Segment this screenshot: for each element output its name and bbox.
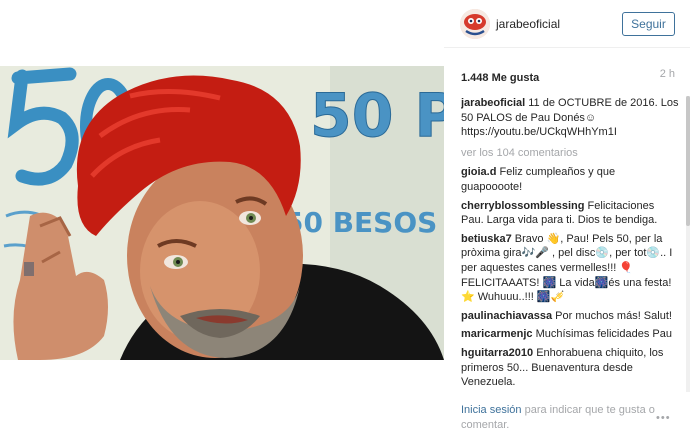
caption: jarabeoficial 11 de OCTUBRE de 2016. Los… [461,96,679,140]
comments-list: jarabeoficial 11 de OCTUBRE de 2016. Los… [461,96,679,392]
comment-username[interactable]: maricarmenjc [461,328,533,340]
header-username[interactable]: jarabeoficial [496,17,560,31]
wall-text-top: 50 PALOS [310,81,444,151]
comment-text: Muchísimas felicidades Pau [532,328,672,341]
login-link[interactable]: Inicia sesión [461,404,522,416]
post-photo[interactable]: 50 PALOS 50 BESOS [0,66,444,360]
comment-username[interactable]: cherryblossomblessing [461,200,585,212]
comment-item: maricarmenjc Muchísimas felicidades Pau [461,327,679,342]
likes-row: 1.448 Me gusta 2 h [461,68,675,84]
post-image: 50 PALOS 50 BESOS [0,66,444,360]
avatar[interactable] [460,9,490,39]
more-options-icon[interactable]: ••• [656,412,671,424]
avatar-image [460,9,490,39]
comment-username[interactable]: gioia.d [461,166,496,178]
follow-button[interactable]: Seguir [622,12,675,36]
comment-item: betiuska7 Bravo 👋, Pau! Pels 50, per la … [461,232,679,305]
likes-count[interactable]: 1.448 Me gusta [461,72,539,84]
comment-item: cherryblossomblessing Felicitaciones Pau… [461,199,679,228]
comment-item: hguitarra2010 Enhorabuena chiquito, los … [461,346,679,390]
comment-username[interactable]: betiuska7 [461,233,512,245]
comments-scrollbar-thumb[interactable] [686,96,690,226]
caption-username[interactable]: jarabeoficial [461,97,525,109]
post-time[interactable]: 2 h [660,68,675,80]
comment-username[interactable]: hguitarra2010 [461,347,533,359]
comment-username[interactable]: paulinachiavassa [461,310,552,322]
post-header: jarabeoficial Seguir [444,0,690,48]
wall-text-bottom: 50 BESOS [284,206,437,239]
comment-text: Por muchos más! Salut! [552,309,672,322]
login-prompt: Inicia sesión para indicar que te gusta … [461,403,661,433]
comment-item: paulinachiavassa Por muchos más! Salut! [461,309,679,324]
view-all-comments-link[interactable]: ver los 104 comentarios [461,146,679,161]
comment-item: gioia.d Feliz cumpleaños y que guapoooot… [461,165,679,194]
